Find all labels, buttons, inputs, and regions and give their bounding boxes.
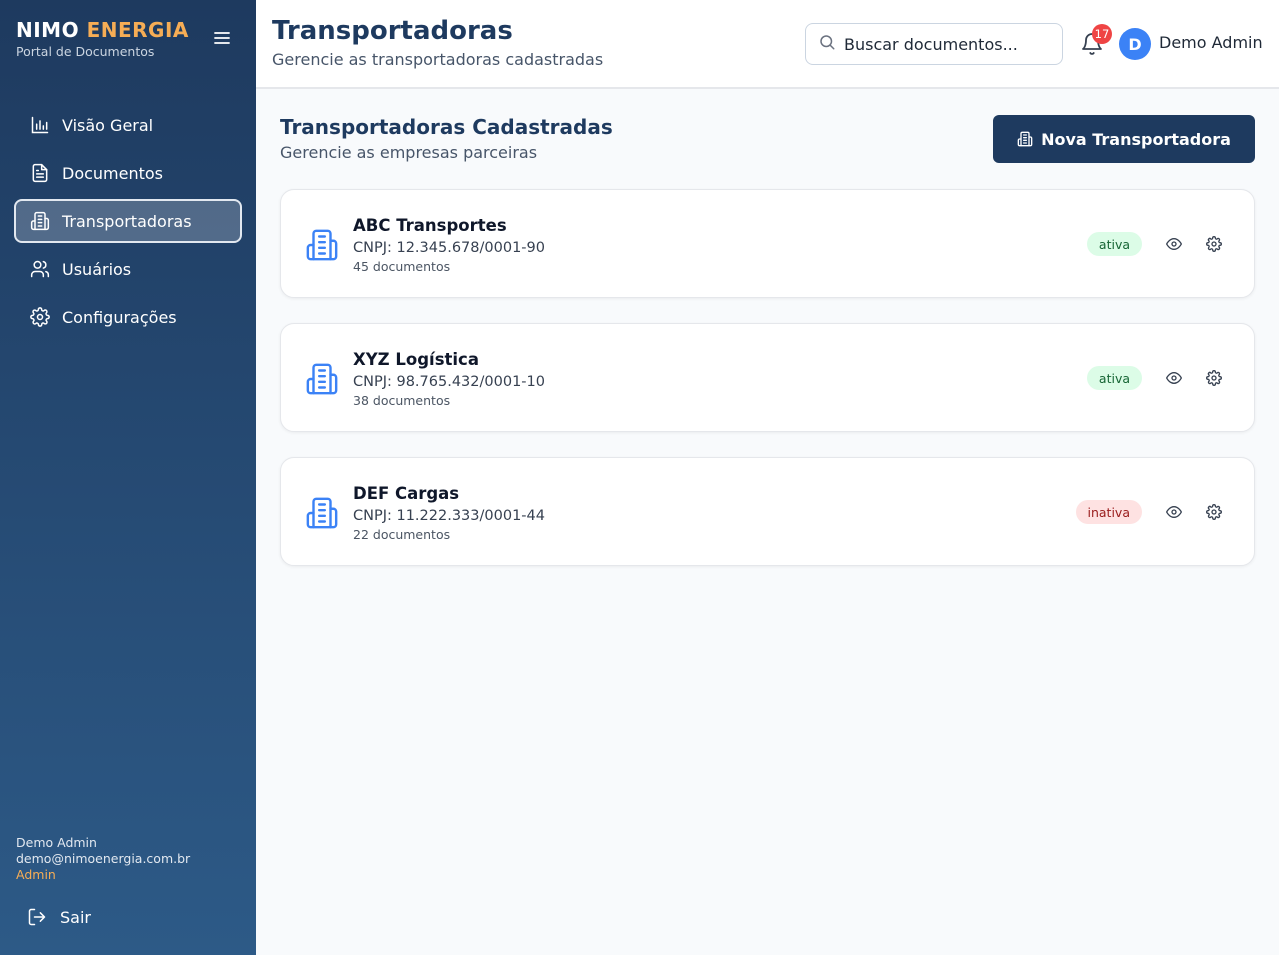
building-icon <box>305 228 339 262</box>
page-title: Transportadoras <box>272 16 513 46</box>
top-header: Transportadoras Gerencie as transportado… <box>256 0 1279 89</box>
gear-icon[interactable] <box>1204 234 1224 254</box>
eye-icon[interactable] <box>1164 368 1184 388</box>
sidebar-item-transportadoras[interactable]: Transportadoras <box>14 199 242 243</box>
logout-icon <box>26 906 48 928</box>
avatar[interactable]: D <box>1119 28 1151 60</box>
carrier-doc-count: 22 documentos <box>353 527 451 542</box>
bar-chart-icon <box>29 114 51 136</box>
status-badge: inativa <box>1075 500 1142 524</box>
sidebar-item-usuarios[interactable]: Usuários <box>14 247 242 291</box>
notification-badge: 17 <box>1092 24 1112 44</box>
new-carrier-label: Nova Transportadora <box>1041 129 1231 149</box>
search-box <box>805 23 1063 65</box>
sidebar-item-visao-geral[interactable]: Visão Geral <box>14 103 242 147</box>
sidebar-item-label: Usuários <box>62 259 132 279</box>
sidebar: NIMO ENERGIA Portal de Documentos Visão … <box>0 0 256 955</box>
new-carrier-button[interactable]: Nova Transportadora <box>993 115 1255 163</box>
sidebar-item-configuracoes[interactable]: Configurações <box>14 295 242 339</box>
carrier-name: ABC Transportes <box>353 216 507 235</box>
carrier-cnpj: CNPJ: 11.222.333/0001-44 <box>353 508 545 524</box>
brand: NIMO ENERGIA Portal de Documentos <box>16 18 189 59</box>
section-subtitle: Gerencie as empresas parceiras <box>280 143 538 162</box>
sidebar-nav: Visão Geral Documentos Transportadoras U… <box>14 103 242 343</box>
sidebar-user-info: Demo Admin demo@nimoenergia.com.br Admin <box>16 835 190 883</box>
carrier-card: ABC Transportes CNPJ: 12.345.678/0001-90… <box>280 189 1255 298</box>
search-input[interactable] <box>844 34 1044 54</box>
logout-label: Sair <box>60 907 91 927</box>
carrier-card: DEF Cargas CNPJ: 11.222.333/0001-44 22 d… <box>280 457 1255 566</box>
search-icon <box>818 33 836 55</box>
carrier-name: DEF Cargas <box>353 484 460 503</box>
building-icon <box>305 362 339 396</box>
sidebar-item-label: Visão Geral <box>62 115 154 135</box>
brand-name-accent: ENERGIA <box>86 18 189 42</box>
eye-icon[interactable] <box>1164 502 1184 522</box>
brand-subtitle: Portal de Documentos <box>16 44 155 59</box>
sidebar-item-label: Transportadoras <box>62 211 192 231</box>
status-badge: ativa <box>1086 366 1142 390</box>
menu-icon[interactable] <box>212 28 232 48</box>
sidebar-user-email: demo@nimoenergia.com.br <box>16 851 191 866</box>
carrier-cnpj: CNPJ: 12.345.678/0001-90 <box>353 240 545 256</box>
carrier-doc-count: 38 documentos <box>353 393 451 408</box>
users-icon <box>29 258 51 280</box>
gear-icon[interactable] <box>1204 502 1224 522</box>
carrier-card: XYZ Logística CNPJ: 98.765.432/0001-10 3… <box>280 323 1255 432</box>
status-badge: ativa <box>1086 232 1142 256</box>
file-text-icon <box>29 162 51 184</box>
header-user-name[interactable]: Demo Admin <box>1159 33 1263 52</box>
sidebar-user-name: Demo Admin <box>16 835 97 850</box>
section-title: Transportadoras Cadastradas <box>280 115 613 139</box>
sidebar-user-role: Admin <box>16 867 56 882</box>
brand-name-primary: NIMO <box>16 18 80 42</box>
logout-button[interactable]: Sair <box>26 906 91 928</box>
gear-icon <box>29 306 51 328</box>
gear-icon[interactable] <box>1204 368 1224 388</box>
building-icon <box>1017 131 1033 147</box>
sidebar-item-label: Documentos <box>62 163 164 183</box>
carrier-cnpj: CNPJ: 98.765.432/0001-10 <box>353 374 545 390</box>
building-icon <box>29 210 51 232</box>
building-icon <box>305 496 339 530</box>
sidebar-item-label: Configurações <box>62 307 177 327</box>
page-subtitle: Gerencie as transportadoras cadastradas <box>272 50 604 69</box>
brand-title: NIMO ENERGIA <box>16 18 189 42</box>
eye-icon[interactable] <box>1164 234 1184 254</box>
carrier-name: XYZ Logística <box>353 350 479 369</box>
carrier-doc-count: 45 documentos <box>353 259 451 274</box>
sidebar-item-documentos[interactable]: Documentos <box>14 151 242 195</box>
